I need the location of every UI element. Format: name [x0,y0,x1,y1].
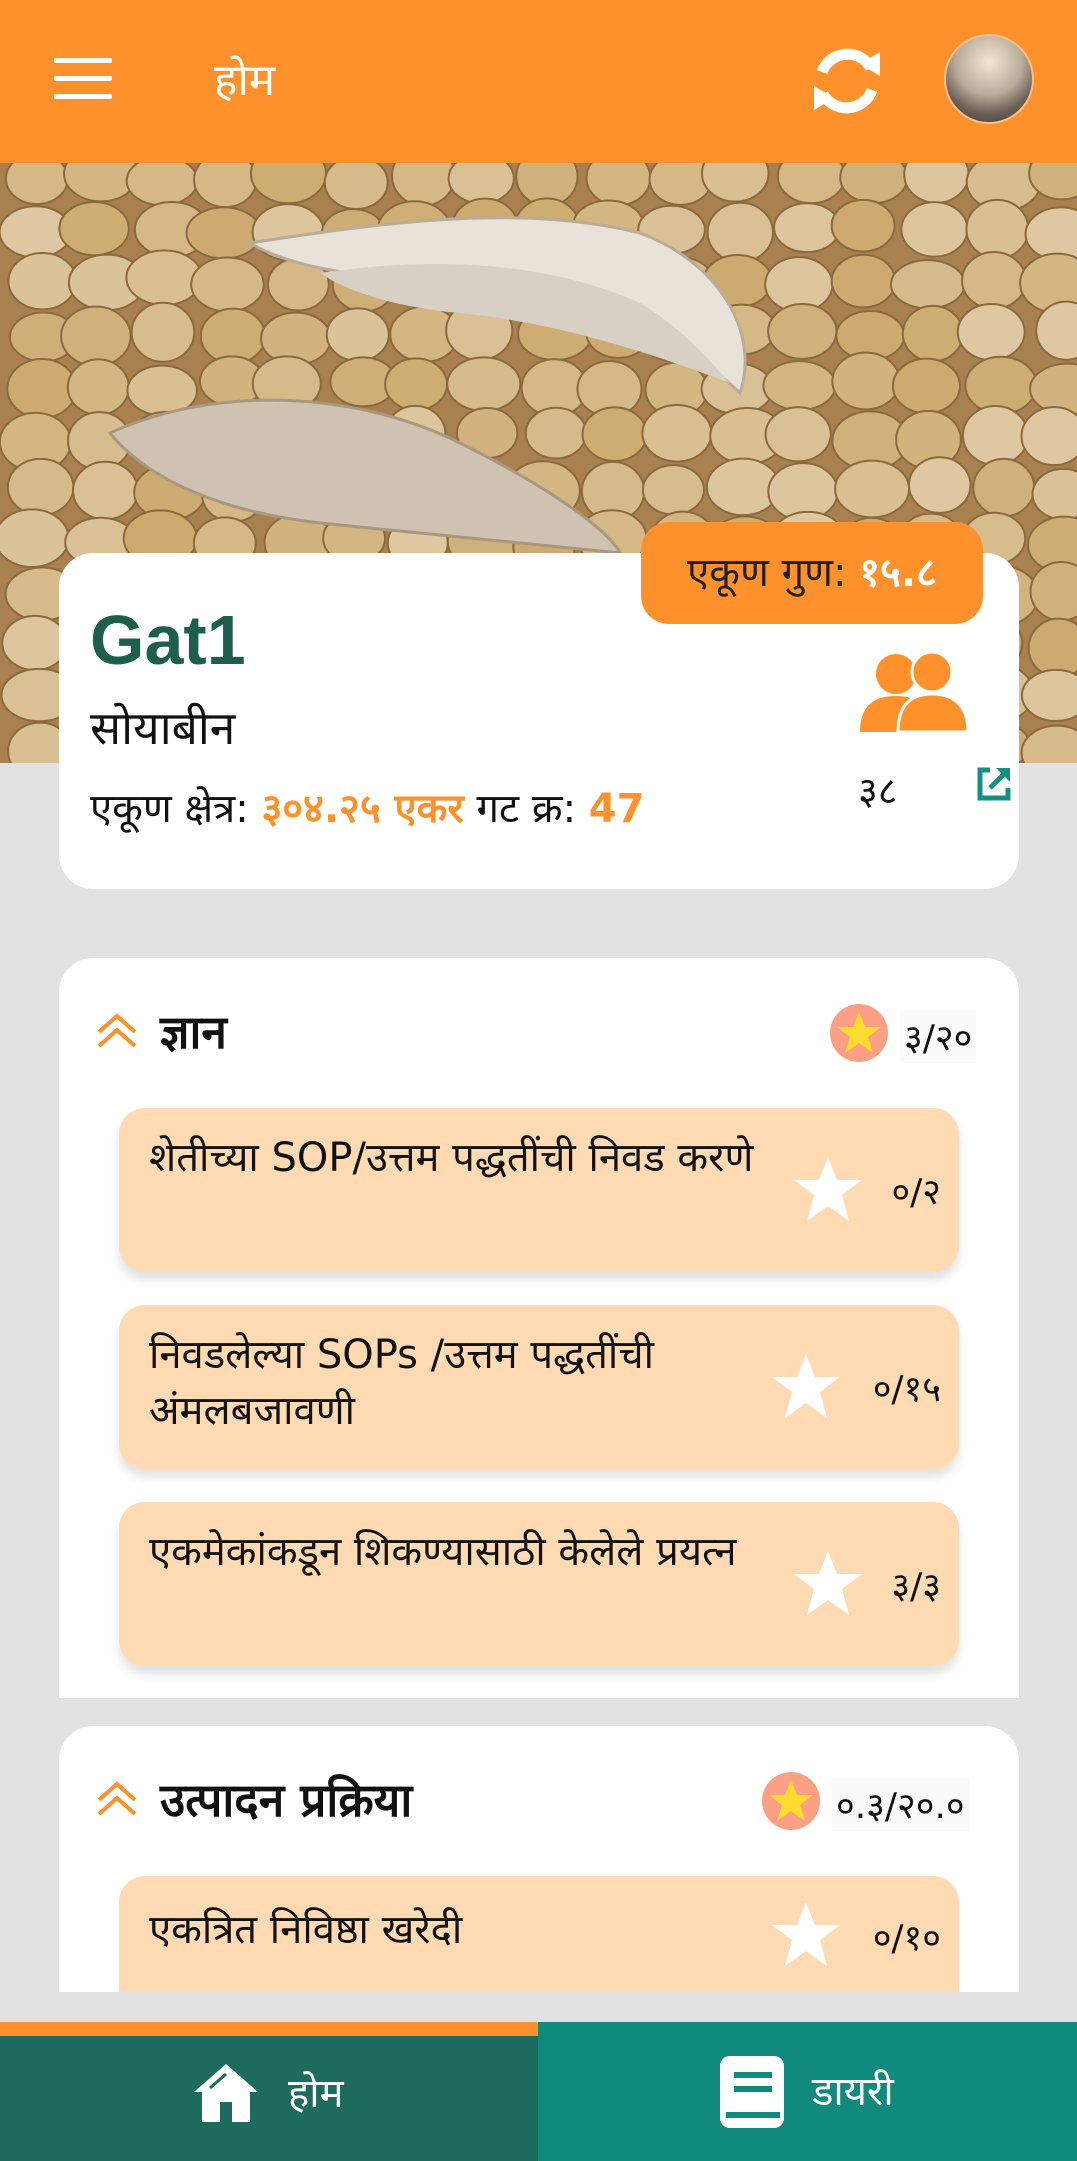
item-label: शेतीच्या SOP/उत्तम पद्धतींची निवड करणे [149,1135,754,1181]
item-score: ०/१५ [872,1369,941,1410]
item-label: निवडलेल्या SOPs /उत्तम पद्धतींची अंमलबजा… [149,1332,654,1434]
member-count: ३८ [858,769,898,813]
area-value: ३०४.२५ एकर [261,786,464,832]
crop-name: सोयाबीन [90,701,236,755]
item-score: ०/२ [891,1172,941,1213]
list-item-collective-input-purchase[interactable]: एकत्रित निविष्ठा खरेदी ०/१० [119,1876,959,1992]
group-no-value: 47 [588,786,645,832]
refresh-icon[interactable] [808,42,886,120]
bottom-navigation: होम डायरी [0,2022,1077,2161]
star-icon [794,1551,862,1615]
external-link-icon[interactable] [974,764,1014,804]
total-score-value: १५.८ [859,550,937,596]
section-title-production: उत्पादन प्रक्रिया [160,1773,413,1827]
area-label: एकूण क्षेत्र: [90,786,249,832]
avatar[interactable] [944,34,1034,124]
list-item-sop-selection[interactable]: शेतीच्या SOP/उत्तम पद्धतींची निवड करणे ०… [119,1108,959,1272]
star-icon [794,1157,862,1221]
menu-icon[interactable] [54,58,112,100]
item-score: ०/१० [872,1918,941,1959]
list-item-sop-implementation[interactable]: निवडलेल्या SOPs /उत्तम पद्धतींची अंमलबजा… [119,1305,959,1469]
book-icon [720,2056,784,2128]
chevron-up-icon[interactable] [95,1780,139,1820]
item-score: ३/३ [891,1566,941,1607]
star-icon [837,1012,881,1053]
list-item-peer-learning[interactable]: एकमेकांकडून शिकण्यासाठी केलेले प्रयत्न ३… [119,1502,959,1666]
group-no-label: गट क्र: [476,786,577,832]
section-score-production: ०.३/२०.० [832,1778,969,1831]
section-score-knowledge: ३/२० [900,1010,977,1063]
item-label: एकत्रित निविष्ठा खरेदी [149,1907,463,1953]
group-name: Gat1 [90,601,246,679]
item-label: एकमेकांकडून शिकण्यासाठी केलेले प्रयत्न [149,1529,737,1575]
total-score-label: एकूण गुण: [687,550,847,596]
star-icon [772,1902,840,1966]
area-line: एकूण क्षेत्र: ३०४.२५ एकर गट क्र: 47 [90,779,644,834]
star-icon [769,1780,813,1821]
section-star-badge [830,1004,888,1062]
top-app-bar: होम [0,0,1077,163]
chevron-up-icon[interactable] [95,1012,139,1052]
section-star-badge [762,1772,820,1830]
home-icon [194,2064,258,2122]
nav-home-tab[interactable]: होम [0,2022,538,2161]
total-score-badge: एकूण गुण: १५.८ [641,522,983,624]
nav-diary-tab[interactable]: डायरी [538,2022,1077,2161]
people-icon[interactable] [856,648,972,736]
page-title: होम [214,55,276,106]
nav-diary-label: डायरी [812,2069,894,2115]
section-title-knowledge: ज्ञान [160,1005,227,1059]
star-icon [772,1354,840,1418]
nav-home-label: होम [288,2071,344,2117]
